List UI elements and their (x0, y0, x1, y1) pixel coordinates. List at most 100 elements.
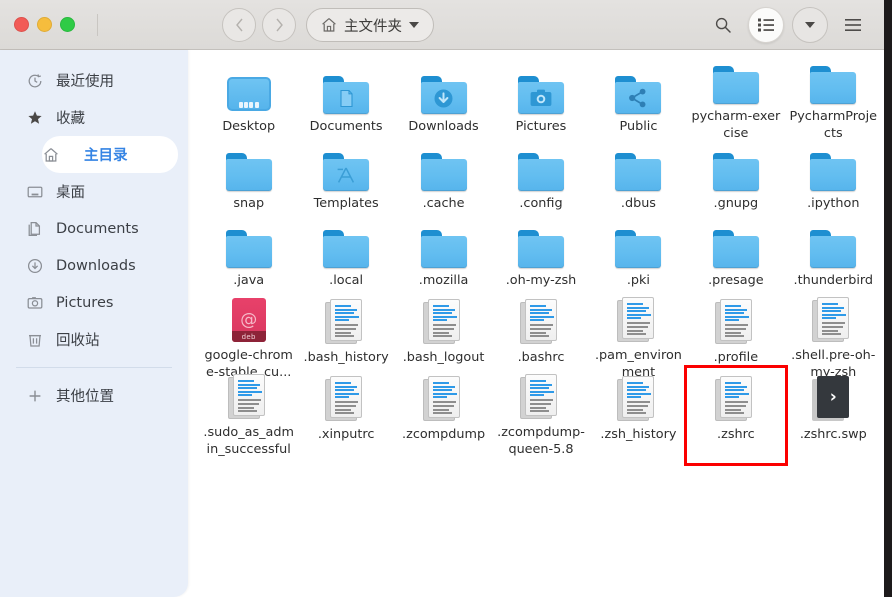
file-item[interactable]: .gnupg (687, 137, 784, 214)
file-icon-wrap (422, 374, 465, 422)
view-options-button[interactable] (792, 7, 828, 43)
path-breadcrumb-button[interactable]: 主文件夹 (306, 8, 434, 42)
maximize-window-button[interactable] (60, 17, 75, 32)
doc-text-line (627, 401, 651, 404)
file-item[interactable]: .dbus (590, 137, 687, 214)
file-item[interactable]: @ deb google-chrome-stable_cu... (200, 291, 297, 380)
text-file-icon (227, 374, 270, 420)
file-icon-wrap (325, 297, 367, 345)
sidebar-item-2[interactable]: 主目录 (42, 136, 178, 173)
file-item[interactable]: .ipython (785, 137, 882, 214)
file-item[interactable]: Desktop (200, 60, 297, 137)
file-label: .bash_logout (402, 350, 485, 365)
sidebar-item-3[interactable]: 桌面 (0, 173, 178, 210)
file-item[interactable]: PycharmProjects (785, 60, 882, 141)
file-item[interactable]: .bash_history (297, 291, 394, 368)
doc-text-line (432, 392, 457, 395)
file-item[interactable]: .oh-my-zsh (492, 214, 589, 291)
sidebar-item-label: Documents (56, 220, 139, 237)
file-item[interactable]: Pictures (492, 60, 589, 137)
file-icon-wrap (714, 374, 757, 422)
doc-text-line (432, 412, 452, 415)
sidebar-item-4[interactable]: Documents (0, 210, 178, 247)
file-item-selected[interactable]: .zshrc (684, 365, 788, 466)
doc-text-line (529, 319, 544, 322)
file-item[interactable]: .profile (687, 291, 784, 368)
sidebar-item-7[interactable]: 回收站 (0, 321, 178, 358)
file-item[interactable]: Documents (297, 60, 394, 137)
file-item[interactable]: .zcompdump-queen-5.8 (492, 368, 589, 457)
doc-front-page (817, 297, 850, 339)
file-item[interactable]: › .zshrc.swp (785, 368, 882, 445)
sidebar-item-6[interactable]: Pictures (0, 284, 178, 321)
folder-body (810, 236, 857, 268)
main-menu-button[interactable] (836, 8, 870, 42)
file-label: .zshrc (717, 427, 755, 442)
file-item[interactable]: Downloads (395, 60, 492, 137)
doc-text-line (335, 305, 352, 307)
folder-body (810, 72, 857, 104)
text-file-icon (714, 299, 757, 345)
file-icon-wrap: @ deb (228, 297, 270, 343)
minimize-window-button[interactable] (37, 17, 52, 32)
file-item[interactable]: .presage (687, 214, 784, 291)
file-icon-wrap (519, 297, 562, 345)
file-item[interactable]: snap (200, 137, 297, 214)
file-item[interactable]: .sudo_as_admin_successful (200, 368, 297, 457)
file-item[interactable]: .bashrc (492, 291, 589, 368)
doc-text-line (822, 310, 842, 313)
list-view-button[interactable] (748, 7, 784, 43)
search-button[interactable] (706, 8, 740, 42)
doc-text-line (627, 329, 644, 332)
file-item[interactable]: .bash_logout (395, 291, 492, 368)
doc-text-line (432, 331, 449, 334)
forward-button[interactable] (262, 8, 296, 42)
file-item[interactable]: pycharm-exercise (687, 60, 784, 141)
file-grid: Desktop Documents Downloads Pictures Pub… (200, 60, 882, 466)
doc-text-line (822, 317, 837, 320)
file-item[interactable]: .mozilla (395, 214, 492, 291)
folder-icon (517, 76, 564, 114)
doc-text-line (724, 324, 748, 327)
file-item[interactable]: .config (492, 137, 589, 214)
file-icon-wrap (519, 374, 562, 420)
sidebar-item-label: 其他位置 (56, 389, 114, 405)
file-icon-wrap (615, 66, 662, 114)
file-browser-area[interactable]: Desktop Documents Downloads Pictures Pub… (188, 50, 884, 597)
folder-body (712, 159, 759, 191)
folder-body (323, 236, 370, 268)
file-item[interactable]: .thunderbird (785, 214, 882, 291)
doc-text-line (237, 383, 260, 386)
file-item[interactable]: .zsh_history (590, 368, 687, 445)
file-item[interactable]: .shell.pre-oh-my-zsh (785, 291, 882, 380)
sidebar-item-5[interactable]: Downloads (0, 247, 178, 284)
sidebar-item-other-locations[interactable]: 其他位置 (0, 377, 178, 414)
file-icon-wrap (420, 220, 467, 268)
file-icon-wrap (420, 143, 467, 191)
doc-text-line (432, 312, 452, 315)
file-item[interactable]: Templates (297, 137, 394, 214)
file-item[interactable]: .pam_environment (590, 291, 687, 380)
navigation-group: 主文件夹 (222, 0, 434, 50)
close-window-button[interactable] (14, 17, 29, 32)
text-file-icon (714, 376, 757, 422)
sidebar-item-1[interactable]: 收藏 (0, 99, 178, 136)
folder-icon (420, 76, 467, 114)
file-item[interactable]: .zcompdump (395, 368, 492, 445)
doc-front-page (524, 374, 557, 416)
doc-text-line (724, 312, 744, 315)
folder-icon (225, 153, 272, 191)
doc-text-line (822, 313, 847, 316)
file-icon-wrap (810, 143, 857, 191)
file-item[interactable]: .xinputrc (297, 368, 394, 445)
file-item[interactable]: .local (297, 214, 394, 291)
file-icon-wrap (617, 297, 659, 343)
file-item[interactable]: Public (590, 60, 687, 137)
back-button[interactable] (222, 8, 256, 42)
file-item[interactable]: .java (200, 214, 297, 291)
file-item[interactable]: .pki (590, 214, 687, 291)
file-item[interactable]: .cache (395, 137, 492, 214)
doc-text-line (529, 390, 554, 393)
file-icon-wrap (810, 66, 857, 104)
sidebar-item-0[interactable]: 最近使用 (0, 62, 178, 99)
